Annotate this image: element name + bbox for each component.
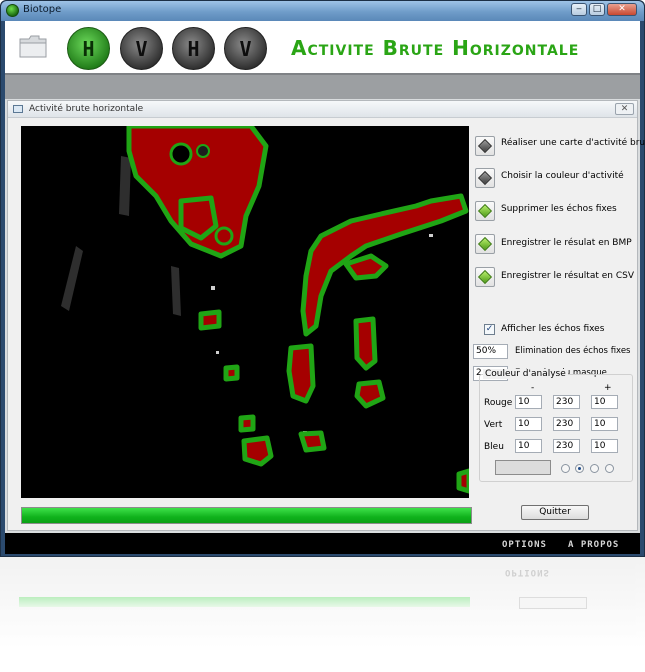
analysis-color-title: Couleur d'analyse [483, 369, 568, 379]
green-diamond-icon [477, 236, 493, 252]
choose-color-button[interactable] [475, 168, 495, 188]
red-min-input[interactable]: 10 [515, 395, 542, 409]
green-max-input[interactable]: 10 [591, 417, 618, 431]
blue-label: Bleu [484, 442, 504, 452]
page-heading: Activite Brute Horizontale [291, 36, 580, 60]
maximize-button[interactable]: □ [589, 3, 605, 16]
panel-title: Activité brute horizontale [29, 104, 144, 114]
elimination-label: Elimination des échos fixes [515, 346, 631, 356]
green-min-input[interactable]: 10 [515, 417, 542, 431]
plus-header: + [604, 383, 612, 393]
save-csv-button[interactable] [475, 267, 495, 287]
about-link[interactable]: A PROPOS [568, 540, 619, 550]
app-window: Biotope ‒ □ ✕ H V H V Activite Brute Hor… [0, 0, 645, 557]
status-bar: OPTIONS A PROPOS [5, 533, 640, 554]
blue-max-input[interactable]: 10 [591, 439, 618, 453]
color-swatch[interactable] [495, 460, 551, 475]
window-title: Biotope [23, 4, 62, 15]
title-bar[interactable]: Biotope ‒ □ ✕ [1, 1, 644, 21]
create-map-button[interactable] [475, 136, 495, 156]
radio-option-4[interactable] [605, 464, 614, 473]
options-link[interactable]: OPTIONS [502, 540, 547, 550]
blue-min-input[interactable]: 10 [515, 439, 542, 453]
reflected-quit-button [519, 597, 587, 609]
minus-header: - [531, 383, 535, 393]
save-bmp-button[interactable] [475, 234, 495, 254]
red-mid-input[interactable]: 230 [553, 395, 580, 409]
mode-h-alt-button[interactable]: H [172, 27, 215, 70]
create-map-label: Réaliser une carte d'activité brute [501, 138, 645, 148]
save-bmp-label: Enregistrer le résulat en BMP [501, 238, 632, 248]
minimize-button[interactable]: ‒ [571, 3, 587, 16]
red-max-input[interactable]: 10 [591, 395, 618, 409]
toolbar-divider [5, 73, 640, 99]
analysis-panel: Activité brute horizontale ✕ Réaliser un… [7, 100, 645, 531]
options-panel: Réaliser une carte d'activité brute Choi… [471, 126, 645, 526]
radio-option-2[interactable] [575, 464, 584, 473]
red-label: Rouge [484, 398, 513, 408]
toolbar: H V H V Activite Brute Horizontale [5, 21, 640, 73]
window-icon [13, 105, 23, 113]
green-mid-input[interactable]: 230 [553, 417, 580, 431]
quit-button[interactable]: Quitter [521, 505, 589, 520]
radio-option-1[interactable] [561, 464, 570, 473]
grey-diamond-icon [477, 138, 493, 154]
progress-bar [21, 507, 472, 524]
elimination-input[interactable]: 50% [473, 344, 508, 359]
blue-mid-input[interactable]: 230 [553, 439, 580, 453]
close-window-button[interactable]: ✕ [607, 3, 637, 16]
show-echoes-checkbox[interactable]: ✓ [484, 324, 495, 335]
activity-map-image [21, 126, 469, 498]
mode-h-button[interactable]: H [67, 27, 110, 70]
folder-icon[interactable] [19, 34, 47, 58]
green-diamond-icon [477, 203, 493, 219]
panel-title-bar[interactable]: Activité brute horizontale ✕ [8, 101, 637, 118]
window-reflection: OPTIONS [0, 557, 645, 672]
save-csv-label: Enregistrer le résultat en CSV [501, 271, 634, 281]
green-diamond-icon [477, 269, 493, 285]
grey-diamond-icon [477, 170, 493, 186]
remove-echoes-button[interactable] [475, 201, 495, 221]
mode-v-button[interactable]: V [120, 27, 163, 70]
reflected-status-text: OPTIONS [505, 567, 550, 577]
radio-option-3[interactable] [590, 464, 599, 473]
mode-v-alt-button[interactable]: V [224, 27, 267, 70]
remove-echoes-label: Supprimer les échos fixes [501, 204, 617, 214]
show-echoes-label: Afficher les échos fixes [501, 324, 605, 334]
green-label: Vert [484, 420, 503, 430]
app-logo-icon [6, 4, 19, 17]
panel-close-button[interactable]: ✕ [615, 103, 634, 115]
choose-color-label: Choisir la couleur d'activité [501, 171, 624, 181]
reflected-progress-bar [19, 597, 470, 607]
